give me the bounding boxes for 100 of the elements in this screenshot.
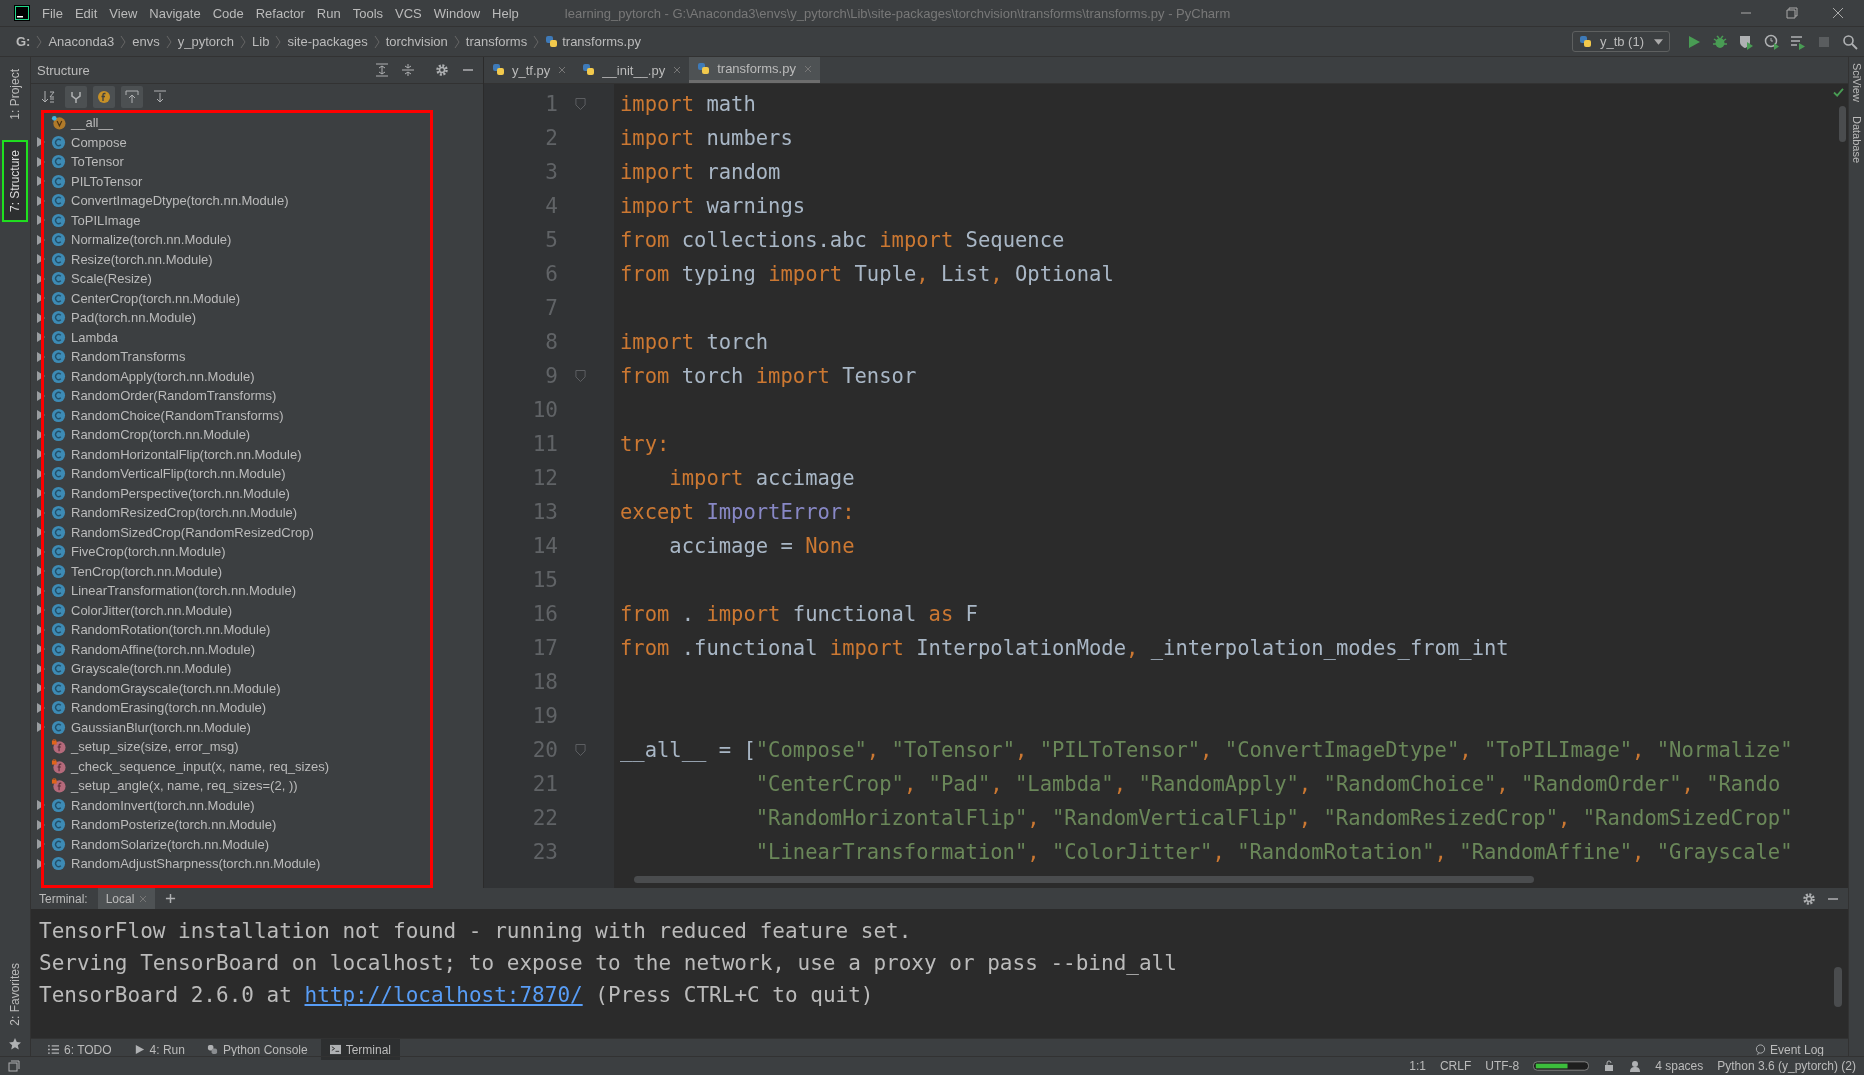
structure-item[interactable]: RandomErasing(torch.nn.Module) bbox=[71, 700, 267, 716]
clock-run-icon[interactable] bbox=[1764, 33, 1780, 50]
side-tab[interactable]: 7: Structure bbox=[4, 141, 26, 220]
session-tab[interactable]: Local bbox=[97, 888, 156, 909]
restore-icon[interactable] bbox=[1786, 7, 1798, 19]
line-separator[interactable]: CRLF bbox=[1439, 1059, 1472, 1073]
fold-marker-icon[interactable] bbox=[574, 743, 586, 757]
structure-item[interactable]: Pad(torch.nn.Module) bbox=[71, 310, 196, 326]
side-tab[interactable]: 1: Project bbox=[4, 61, 26, 128]
structure-item[interactable]: RandomCrop(torch.nn.Module) bbox=[71, 427, 251, 443]
menu-item[interactable]: VCS bbox=[389, 5, 428, 21]
structure-item[interactable]: _setup_angle(x, name, req_sizes=(2, )) bbox=[71, 778, 298, 794]
structure-item[interactable]: GaussianBlur(torch.nn.Module) bbox=[71, 719, 251, 735]
close-icon[interactable] bbox=[1832, 7, 1844, 19]
structure-item[interactable]: RandomResizedCrop(torch.nn.Module) bbox=[71, 505, 298, 521]
collapse-all-icon[interactable] bbox=[401, 63, 415, 77]
editor-tab[interactable]: __init__.py bbox=[574, 57, 690, 83]
structure-item[interactable]: Compose bbox=[71, 134, 127, 150]
structure-item[interactable]: LinearTransformation(torch.nn.Module) bbox=[71, 583, 296, 599]
settings-icon[interactable] bbox=[435, 63, 449, 77]
memory-indicator-icon[interactable] bbox=[1533, 1061, 1590, 1071]
close-icon[interactable] bbox=[558, 66, 567, 74]
breadcrumb[interactable]: y_pytorch bbox=[177, 34, 235, 49]
toolbar-toggle[interactable] bbox=[93, 86, 115, 108]
structure-item[interactable]: RandomTransforms bbox=[71, 349, 186, 365]
structure-item[interactable]: __all__ bbox=[71, 115, 113, 131]
side-tab[interactable]: SciView bbox=[1850, 63, 1863, 102]
expand-all-icon[interactable] bbox=[375, 63, 389, 77]
indent-setting[interactable]: 4 spaces bbox=[1655, 1059, 1704, 1073]
menu-item[interactable]: File bbox=[36, 5, 69, 21]
structure-item[interactable]: RandomAdjustSharpness(torch.nn.Module) bbox=[71, 856, 321, 872]
menu-item[interactable]: Window bbox=[427, 5, 487, 21]
structure-item[interactable]: Normalize(torch.nn.Module) bbox=[71, 232, 232, 248]
structure-item[interactable]: RandomSolarize(torch.nn.Module) bbox=[71, 836, 269, 852]
fold-marker-icon[interactable] bbox=[574, 369, 586, 383]
toolbar-toggle[interactable] bbox=[65, 86, 87, 108]
menu-item[interactable]: Edit bbox=[68, 5, 104, 21]
file-encoding[interactable]: UTF-8 bbox=[1485, 1059, 1520, 1073]
structure-item[interactable]: RandomHorizontalFlip(torch.nn.Module) bbox=[71, 446, 302, 462]
breadcrumb[interactable]: envs bbox=[132, 34, 160, 49]
tool-window-tab[interactable]: 6: TODO bbox=[39, 1039, 121, 1060]
debug-bug-icon[interactable] bbox=[1712, 33, 1728, 50]
run-configuration-dropdown[interactable]: y_tb (1) bbox=[1571, 31, 1670, 52]
tool-window-tab[interactable]: Terminal bbox=[320, 1039, 401, 1060]
settings-icon[interactable] bbox=[1802, 891, 1816, 906]
editor-tab[interactable]: y_tf.py bbox=[484, 57, 575, 83]
structure-item[interactable]: RandomInvert(torch.nn.Module) bbox=[71, 797, 255, 813]
breadcrumb[interactable]: transforms.py bbox=[562, 34, 641, 49]
run-icon[interactable] bbox=[1686, 33, 1702, 50]
editor-tab[interactable]: transforms.py bbox=[689, 57, 820, 83]
structure-item[interactable]: RandomAffine(torch.nn.Module) bbox=[71, 641, 256, 657]
panel-toggle-icon[interactable] bbox=[8, 1060, 20, 1072]
structure-item[interactable]: RandomApply(torch.nn.Module) bbox=[71, 368, 255, 384]
menu-item[interactable]: Tools bbox=[346, 5, 390, 21]
side-tab[interactable]: Database bbox=[1850, 115, 1863, 164]
menu-item[interactable]: Refactor bbox=[249, 5, 311, 21]
add-icon[interactable] bbox=[165, 893, 177, 904]
structure-item[interactable]: TenCrop(torch.nn.Module) bbox=[71, 563, 223, 579]
structure-item[interactable]: CenterCrop(torch.nn.Module) bbox=[71, 290, 241, 306]
url-link[interactable]: http://localhost:7870/ bbox=[304, 983, 583, 1007]
structure-item[interactable]: RandomSizedCrop(RandomResizedCrop) bbox=[71, 524, 314, 540]
menu-item[interactable]: Run bbox=[310, 5, 347, 21]
structure-item[interactable]: PILToTensor bbox=[71, 173, 143, 189]
horizontal-scrollbar[interactable] bbox=[634, 876, 1534, 883]
tool-window-tab[interactable]: Python Console bbox=[197, 1039, 317, 1060]
caret-position[interactable]: 1:1 bbox=[1409, 1059, 1426, 1073]
structure-item[interactable]: RandomGrayscale(torch.nn.Module) bbox=[71, 680, 281, 696]
lock-icon[interactable] bbox=[1603, 1060, 1616, 1072]
structure-item[interactable]: Lambda bbox=[71, 329, 118, 345]
breadcrumb[interactable]: site-packages bbox=[287, 34, 368, 49]
vertical-scrollbar[interactable] bbox=[1839, 106, 1846, 142]
structure-item[interactable]: Grayscale(torch.nn.Module) bbox=[71, 661, 232, 677]
menu-item[interactable]: Code bbox=[206, 5, 250, 21]
vertical-scrollbar[interactable] bbox=[1834, 967, 1842, 1007]
menu-item[interactable]: Navigate bbox=[143, 5, 207, 21]
structure-item[interactable]: _setup_size(size, error_msg) bbox=[71, 739, 239, 755]
menu-item[interactable]: View bbox=[103, 5, 144, 21]
structure-item[interactable]: RandomRotation(torch.nn.Module) bbox=[71, 622, 271, 638]
structure-item[interactable]: Resize(torch.nn.Module) bbox=[71, 251, 213, 267]
list-run-icon[interactable] bbox=[1790, 33, 1806, 50]
structure-item[interactable]: _check_sequence_input(x, name, req_sizes) bbox=[71, 758, 329, 774]
breadcrumb[interactable]: G: bbox=[16, 34, 31, 49]
toolbar-toggle[interactable] bbox=[121, 86, 143, 108]
breadcrumb[interactable]: torchvision bbox=[385, 34, 448, 49]
inspector-icon[interactable] bbox=[1629, 1060, 1642, 1072]
structure-item[interactable]: ToTensor bbox=[71, 154, 124, 170]
tool-window-tab[interactable]: 4: Run bbox=[124, 1039, 194, 1060]
shield-run-icon[interactable] bbox=[1738, 33, 1754, 50]
structure-item[interactable]: ColorJitter(torch.nn.Module) bbox=[71, 602, 233, 618]
side-tab[interactable]: 2: Favorites bbox=[4, 955, 26, 1034]
interpreter-setting[interactable]: Python 3.6 (y_pytorch) (2) bbox=[1717, 1059, 1856, 1073]
fold-marker-icon[interactable] bbox=[574, 97, 586, 111]
structure-item[interactable]: RandomVerticalFlip(torch.nn.Module) bbox=[71, 466, 286, 482]
structure-item[interactable]: RandomPosterize(torch.nn.Module) bbox=[71, 817, 277, 833]
menu-item[interactable]: Help bbox=[486, 5, 525, 21]
breadcrumb[interactable]: Anaconda3 bbox=[48, 34, 115, 49]
structure-item[interactable]: RandomOrder(RandomTransforms) bbox=[71, 388, 277, 404]
close-icon[interactable] bbox=[673, 66, 682, 74]
structure-item[interactable]: ConvertImageDtype(torch.nn.Module) bbox=[71, 193, 289, 209]
structure-item[interactable]: FiveCrop(torch.nn.Module) bbox=[71, 544, 226, 560]
